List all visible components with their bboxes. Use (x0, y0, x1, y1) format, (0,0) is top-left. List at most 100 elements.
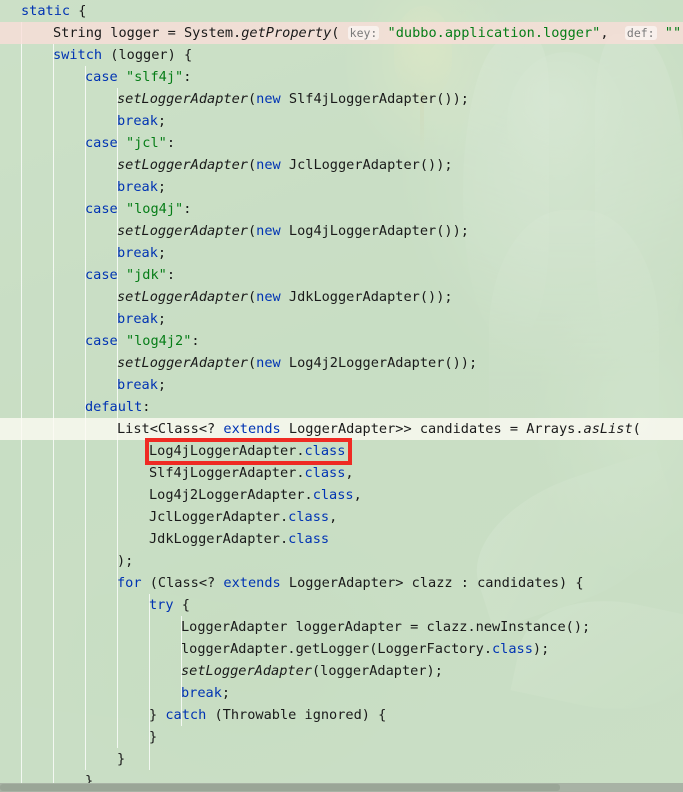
code-line[interactable]: case "log4j2": (0, 330, 683, 352)
code-token: extends (223, 575, 281, 591)
code-line[interactable]: default: (0, 396, 683, 418)
code-token: ); (532, 641, 550, 657)
horizontal-scrollbar[interactable] (0, 783, 683, 792)
code-line[interactable]: case "jdk": (0, 264, 683, 286)
code-token: class (304, 465, 346, 481)
code-line[interactable]: break; (0, 682, 683, 704)
code-token: JclLoggerAdapter()); (280, 157, 453, 173)
code-line[interactable]: switch (logger) { (0, 44, 683, 66)
code-line[interactable]: break; (0, 110, 683, 132)
code-line[interactable]: JdkLoggerAdapter.class (0, 528, 683, 550)
code-line[interactable]: break; (0, 374, 683, 396)
code-token: JdkLoggerAdapter()); (280, 289, 453, 305)
code-token: class (304, 443, 346, 459)
code-token: LoggerAdapter> clazz : candidates) { (280, 575, 584, 591)
code-line[interactable]: JclLoggerAdapter.class, (0, 506, 683, 528)
code-token: case (85, 201, 118, 217)
code-token: new (256, 157, 281, 173)
code-token: ( (247, 289, 257, 305)
code-token: setLoggerAdapter (117, 355, 248, 371)
code-line[interactable]: LoggerAdapter loggerAdapter = clazz.newI… (0, 616, 683, 638)
code-line[interactable]: case "slf4j": (0, 66, 683, 88)
code-token: List<Class<? (117, 421, 224, 437)
parameter-hint: def: (624, 26, 657, 40)
code-token: class (288, 509, 330, 525)
code-token: setLoggerAdapter (181, 663, 312, 679)
code-token: new (256, 91, 281, 107)
code-token: ( (247, 91, 257, 107)
code-token: new (256, 223, 281, 239)
horizontal-scrollbar-thumb[interactable] (0, 784, 560, 791)
code-line[interactable]: setLoggerAdapter(new Log4j2LoggerAdapter… (0, 352, 683, 374)
code-token: setLoggerAdapter (117, 157, 248, 173)
code-token: , (345, 443, 354, 459)
code-token: try (149, 597, 174, 613)
code-token: (Class<? (141, 575, 224, 591)
code-token: Log4jLoggerAdapter. (149, 443, 305, 459)
parameter-hint: key: (347, 26, 380, 40)
code-line[interactable]: } (0, 748, 683, 770)
code-token: } (149, 729, 158, 745)
code-token: , (600, 25, 625, 41)
code-token: "log4j" (125, 201, 184, 217)
code-token: break (117, 311, 158, 327)
code-token: break (117, 179, 158, 195)
code-token: (logger) { (102, 47, 193, 63)
code-token: ( (247, 157, 257, 173)
code-token: break (181, 685, 222, 701)
code-token: } (117, 751, 126, 767)
code-token: static (21, 3, 71, 19)
code-token: } (149, 707, 166, 723)
code-line[interactable]: String logger = System.getProperty( key:… (0, 22, 683, 44)
code-token: default (85, 399, 143, 415)
code-token: ( (331, 25, 348, 41)
code-token: JdkLoggerAdapter. (149, 531, 289, 547)
code-line[interactable]: break; (0, 308, 683, 330)
code-line[interactable]: loggerAdapter.getLogger(LoggerFactory.cl… (0, 638, 683, 660)
code-line[interactable]: } catch (Throwable ignored) { (0, 704, 683, 726)
code-line[interactable]: Log4j2LoggerAdapter.class, (0, 484, 683, 506)
code-token: (Throwable ignored) { (206, 707, 387, 723)
code-line[interactable]: List<Class<? extends LoggerAdapter>> can… (0, 418, 683, 440)
code-token: "slf4j" (125, 69, 184, 85)
code-token: , (353, 487, 362, 503)
code-token: ( (632, 421, 641, 437)
code-line[interactable]: setLoggerAdapter(new Log4jLoggerAdapter(… (0, 220, 683, 242)
code-line[interactable]: ); (0, 550, 683, 572)
code-line[interactable]: case "jcl": (0, 132, 683, 154)
code-token: , (329, 509, 338, 525)
code-token: (loggerAdapter); (311, 663, 443, 679)
code-line[interactable]: setLoggerAdapter(new Slf4jLoggerAdapter(… (0, 88, 683, 110)
code-token: String logger = System. (53, 25, 242, 41)
code-token: { (173, 597, 190, 613)
code-token: ( (247, 355, 257, 371)
code-line[interactable]: setLoggerAdapter(new JclLoggerAdapter())… (0, 154, 683, 176)
code-line[interactable]: case "log4j": (0, 198, 683, 220)
code-line[interactable]: try { (0, 594, 683, 616)
code-line[interactable]: Log4jLoggerAdapter.class, (0, 440, 683, 462)
code-token: : (166, 267, 176, 283)
code-token: catch (165, 707, 207, 723)
code-token: "log4j2" (125, 333, 192, 349)
code-text-area[interactable]: static {String logger = System.getProper… (0, 0, 683, 792)
code-editor[interactable]: static {String logger = System.getProper… (0, 0, 683, 792)
code-token: , (345, 465, 354, 481)
code-token: Log4jLoggerAdapter()); (280, 223, 469, 239)
code-line[interactable]: setLoggerAdapter(loggerAdapter); (0, 660, 683, 682)
code-token: case (85, 135, 118, 151)
code-token: new (256, 355, 281, 371)
code-token: class (492, 641, 533, 657)
code-token: LoggerAdapter>> candidates = Arrays. (280, 421, 584, 437)
code-line[interactable]: Slf4jLoggerAdapter.class, (0, 462, 683, 484)
code-token: case (85, 267, 118, 283)
code-line[interactable]: } (0, 726, 683, 748)
code-line[interactable]: for (Class<? extends LoggerAdapter> claz… (0, 572, 683, 594)
code-token: extends (223, 421, 281, 437)
code-line[interactable]: break; (0, 176, 683, 198)
code-line[interactable]: static { (0, 0, 683, 22)
code-line[interactable]: break; (0, 242, 683, 264)
code-token: Slf4jLoggerAdapter. (149, 465, 305, 481)
code-line[interactable]: setLoggerAdapter(new JdkLoggerAdapter())… (0, 286, 683, 308)
code-token: : (166, 135, 176, 151)
